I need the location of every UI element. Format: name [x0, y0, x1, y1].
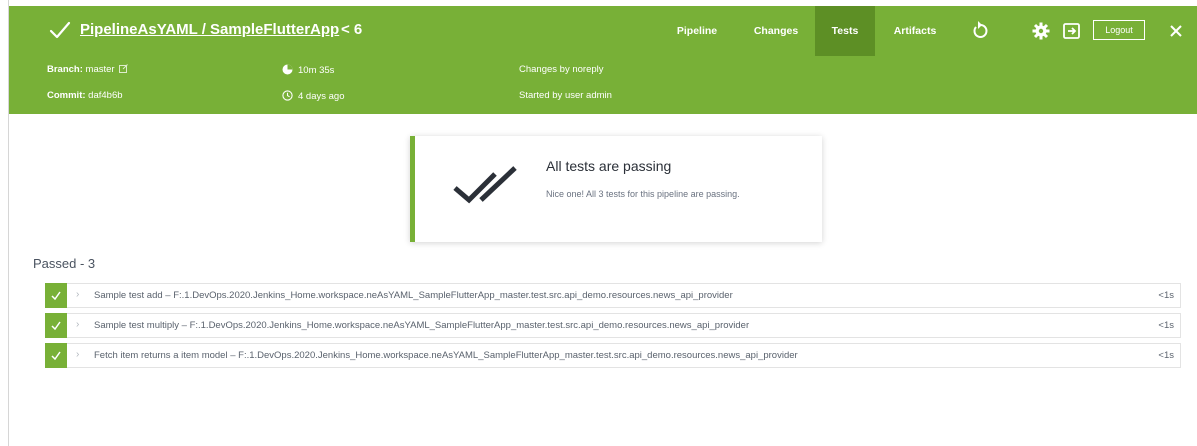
tab-changes[interactable]: Changes [737, 6, 815, 56]
run-header: PipelineAsYAML / SampleFlutterApp < 6 Pi… [9, 6, 1197, 114]
test-summary-card: All tests are passing Nice one! All 3 te… [410, 136, 822, 242]
branch-value[interactable]: master [86, 64, 115, 75]
summary-title: All tests are passing [546, 158, 672, 174]
tab-tests[interactable]: Tests [815, 6, 875, 56]
logout-button[interactable]: Logout [1093, 20, 1145, 40]
check-icon [51, 351, 61, 360]
commit-value[interactable]: daf4b6b [88, 90, 122, 101]
branch-meta: Branch: master [47, 64, 129, 75]
run-number: < 6 [341, 21, 363, 38]
summary-message: Nice one! All 3 tests for this pipeline … [546, 189, 740, 199]
check-icon [51, 321, 61, 330]
duration-meta: 10m 35s [282, 64, 334, 76]
pipeline-title-link[interactable]: PipelineAsYAML / SampleFlutterApp [80, 21, 339, 38]
clock-icon [282, 90, 293, 101]
changes-by: Changes by noreply [519, 64, 604, 75]
test-name: Fetch item returns a item model – F:.1.D… [94, 350, 798, 361]
passed-status [45, 313, 67, 338]
close-icon[interactable] [1166, 21, 1186, 41]
test-duration: <1s [1158, 290, 1174, 301]
chevron-right-icon[interactable]: › [76, 349, 79, 360]
double-check-icon [453, 166, 517, 204]
passed-status [45, 283, 67, 308]
tab-artifacts[interactable]: Artifacts [875, 6, 955, 56]
commit-label: Commit: [47, 90, 86, 101]
tab-pipeline[interactable]: Pipeline [657, 6, 737, 56]
branch-label: Branch: [47, 64, 83, 75]
test-duration: <1s [1158, 320, 1174, 331]
passed-status [45, 343, 67, 368]
top-bar: PipelineAsYAML / SampleFlutterApp < 6 Pi… [9, 6, 1197, 56]
test-row[interactable]: › Sample test add – F:.1.DevOps.2020.Jen… [45, 283, 1181, 308]
gear-icon[interactable] [1031, 21, 1051, 41]
started-meta: 4 days ago [282, 90, 344, 102]
check-icon [51, 291, 61, 300]
external-link-icon[interactable] [119, 64, 129, 73]
chevron-right-icon[interactable]: › [76, 289, 79, 300]
started-ago-value: 4 days ago [298, 91, 345, 102]
commit-meta: Commit: daf4b6b [47, 90, 123, 101]
check-icon [49, 21, 71, 39]
timer-icon [282, 64, 293, 75]
replay-icon[interactable] [970, 21, 990, 41]
test-row[interactable]: › Sample test multiply – F:.1.DevOps.202… [45, 313, 1181, 338]
test-name: Sample test add – F:.1.DevOps.2020.Jenki… [94, 290, 733, 301]
passed-section-title: Passed - 3 [33, 256, 96, 271]
chevron-right-icon[interactable]: › [76, 319, 79, 330]
test-row[interactable]: › Fetch item returns a item model – F:.1… [45, 343, 1181, 368]
started-by: Started by user admin [519, 90, 612, 101]
exit-icon[interactable] [1062, 21, 1082, 41]
duration-value: 10m 35s [298, 65, 335, 76]
test-duration: <1s [1158, 350, 1174, 361]
test-name: Sample test multiply – F:.1.DevOps.2020.… [94, 320, 750, 331]
